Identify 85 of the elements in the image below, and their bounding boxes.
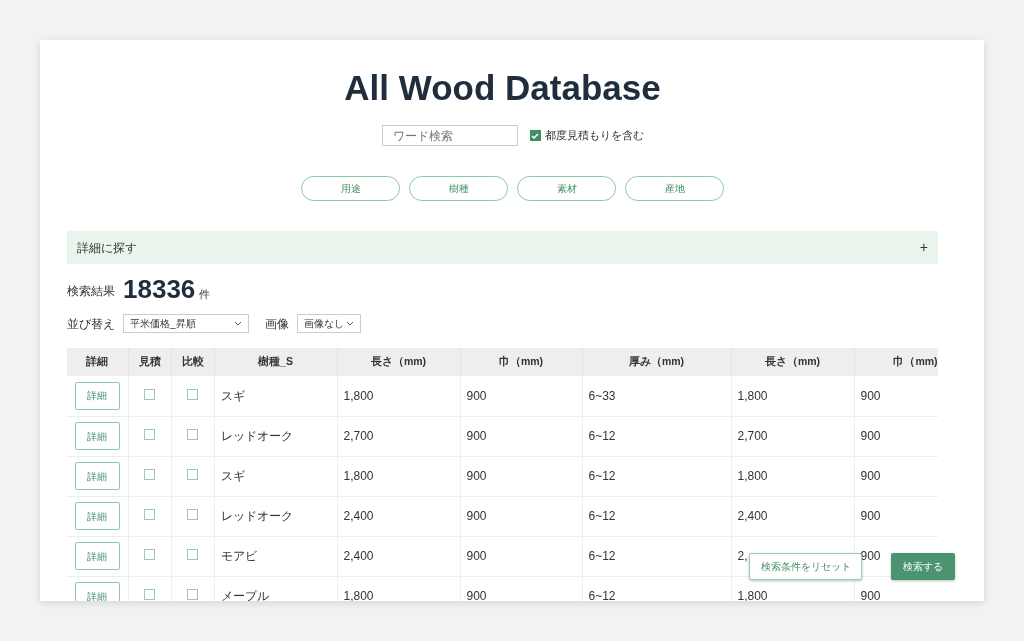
checkbox[interactable] [144,388,155,400]
table-cell: レッドオーク [220,429,293,443]
table-cell: 900 [466,388,487,403]
checkbox[interactable] [187,429,198,440]
chevron-down-icon [234,321,242,326]
search-field[interactable]: ワード検索 [381,125,518,146]
detail-button[interactable]: 詳細 [74,542,120,570]
category-button[interactable]: 素材 [517,176,616,201]
checkbox[interactable] [529,130,541,141]
table-cell: 6~12 [588,469,616,483]
checkbox[interactable] [144,469,155,480]
detail-button[interactable]: 詳細 [74,381,120,410]
expand-toggle: + [919,237,928,258]
table-cell: 900 [860,388,881,403]
page-title: All Wood Database [343,68,662,108]
checkbox[interactable] [144,549,155,560]
chevron-down-icon [346,321,354,326]
table-cell: 6~12 [588,429,616,443]
image-label: 画像 [265,315,289,333]
table-cell: 6~12 [588,589,616,601]
table-cell: 2,700 [343,429,374,443]
column-header: 見積 [128,348,171,376]
table-cell: 1,800 [343,388,374,403]
table-cell: 2,700 [737,429,768,443]
table-cell: 900 [466,549,487,563]
checkbox[interactable] [144,429,155,440]
result-count: 18336 [123,276,196,302]
table-cell: 1,800 [737,388,768,403]
checkbox[interactable] [187,509,198,520]
category-button[interactable]: 産地 [625,176,724,201]
detail-button[interactable]: 詳細 [74,502,120,530]
column-header: 厚み（mm) [582,348,731,376]
table-cell: 2, [737,549,748,563]
sort-label: 並び替え [67,315,115,333]
table-cell: 900 [466,589,487,601]
detail-button[interactable]: 詳細 [74,462,120,490]
table-cell: 2,400 [737,509,768,523]
table-cell: 2,400 [343,509,374,523]
table-cell: 900 [860,509,881,523]
column-header: 長さ（mm) [731,348,854,376]
detail-search-bar[interactable]: 詳細に探す + [67,231,938,264]
column-header: 巾（mm) [854,348,938,376]
table-cell: 900 [466,469,487,483]
category-button[interactable]: 樹種 [409,176,508,201]
dropdown[interactable]: 平米価格_昇順 [123,314,249,333]
table-cell: 900 [860,549,881,563]
detail-search-label: 詳細に探す [77,239,137,257]
reset-button[interactable]: 検索条件をリセット [749,553,862,580]
table-cell: 6~33 [588,388,616,403]
checkbox[interactable] [187,589,198,600]
table-cell: 900 [466,429,487,443]
table-cell: 900 [860,469,881,483]
column-header: 樹種_S [214,348,337,376]
detail-button[interactable]: 詳細 [74,422,120,450]
table-cell: 1,800 [737,469,768,483]
table-cell: メープル [220,589,269,601]
checkbox[interactable] [187,549,198,560]
column-header: 詳細 [67,348,128,376]
table-cell: 900 [860,589,881,601]
search-button[interactable]: 検索する [891,553,955,580]
table-cell: 900 [860,429,881,443]
table-cell: 6~12 [588,549,616,563]
table-cell: 900 [466,509,487,523]
table-cell: スギ [220,469,245,483]
checkbox[interactable] [187,388,198,400]
result-unit: 件 [199,286,211,302]
table-cell: 6~12 [588,509,616,523]
checkbox[interactable] [144,509,155,520]
table-cell: モアビ [220,549,257,563]
detail-button[interactable]: 詳細 [74,582,120,601]
table-cell: スギ [220,388,245,403]
table-cell: 1,800 [737,589,768,601]
table-cell: 1,800 [343,589,374,601]
column-header: 長さ（mm) [337,348,460,376]
dropdown[interactable]: 画像なし [297,314,361,333]
table-cell: レッドオーク [220,509,293,523]
result-label: 検索結果 [67,283,115,300]
checkbox[interactable] [187,469,198,480]
category-button[interactable]: 用途 [301,176,400,201]
column-header: 比較 [171,348,214,376]
checkbox-label: 都度見積もりを含む [544,127,644,143]
checkbox[interactable] [144,589,155,600]
column-header: 巾（mm) [460,348,582,376]
table-cell: 1,800 [343,469,374,483]
table-cell: 2,400 [343,549,374,563]
